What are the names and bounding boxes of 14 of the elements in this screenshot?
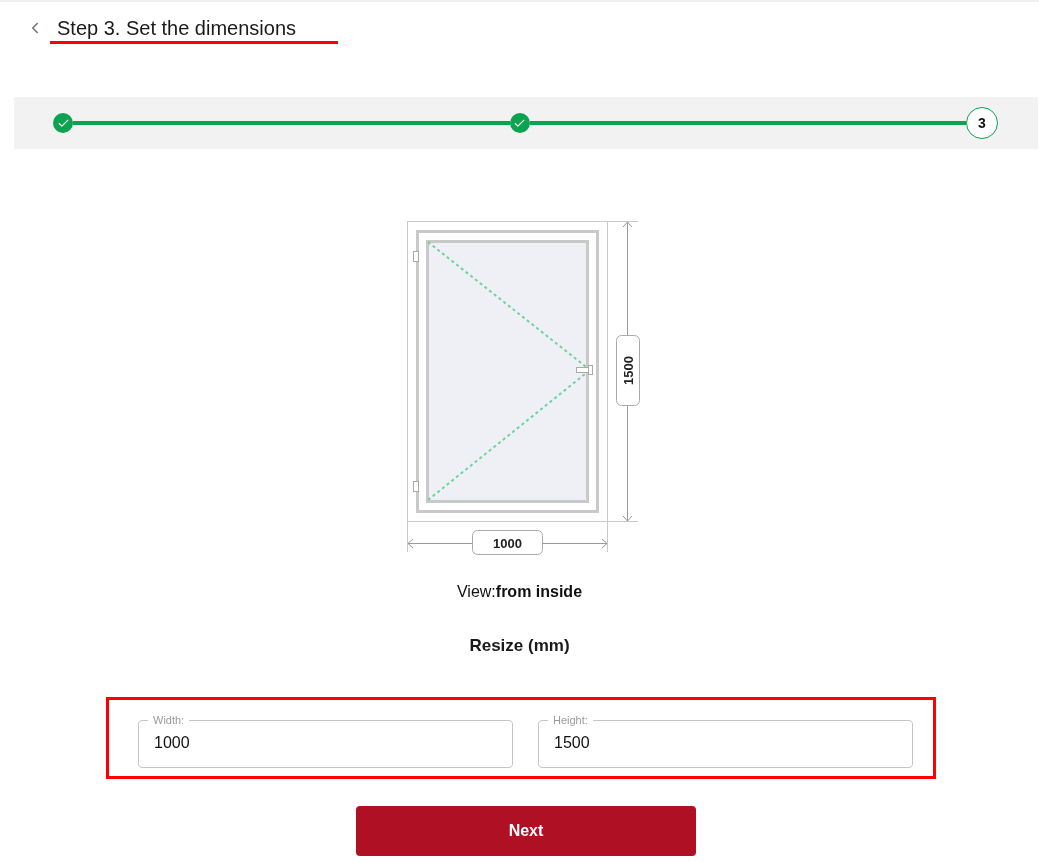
next-button[interactable]: Next bbox=[356, 806, 696, 856]
view-label: View:from inside bbox=[456, 583, 583, 600]
page-title: Step 3. Set the dimensions bbox=[57, 16, 298, 41]
section-title: Resize (mm) bbox=[469, 636, 570, 655]
dimension-label: 1000 bbox=[472, 530, 543, 555]
extension-line bbox=[606, 221, 639, 222]
input-field[interactable]: Width: 1000 bbox=[138, 714, 513, 768]
dimension-label: 1500 bbox=[616, 335, 640, 406]
handle-icon bbox=[576, 365, 593, 375]
extension-line bbox=[407, 520, 408, 553]
step-number: 3 bbox=[966, 107, 998, 139]
hinge-icon bbox=[413, 251, 419, 262]
hinge-icon bbox=[413, 481, 419, 492]
input-field[interactable]: Height: 1500 bbox=[538, 714, 913, 768]
